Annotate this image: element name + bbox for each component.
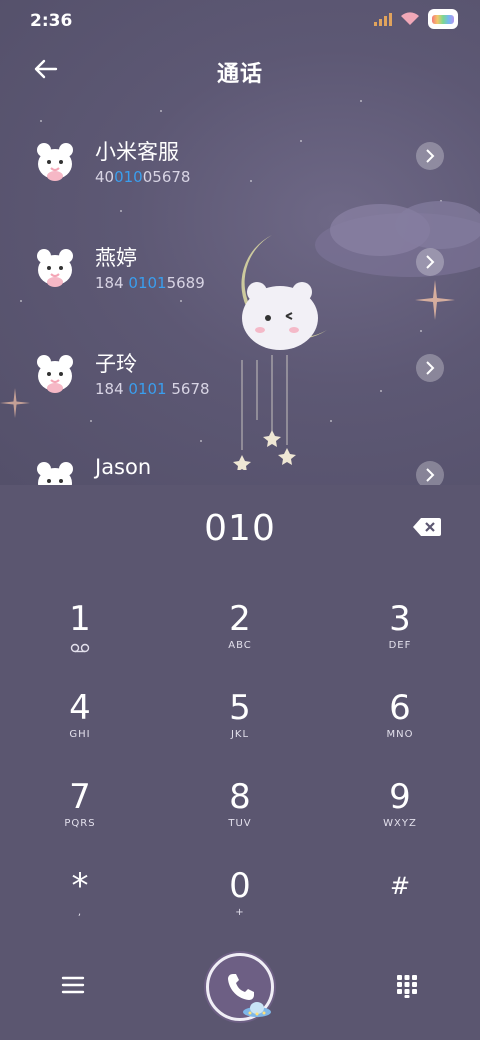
status-bar: 2:36: [0, 0, 480, 40]
menu-icon[interactable]: [60, 974, 86, 996]
bear-avatar: [37, 462, 73, 485]
contact-name: 燕婷: [95, 246, 137, 270]
contact-number: 184 0101 5678: [95, 380, 210, 398]
key-2[interactable]: 2 ABC: [180, 600, 300, 680]
backspace-icon[interactable]: [413, 517, 441, 537]
key-6[interactable]: 6 MNO: [340, 689, 460, 769]
key-letters: MNO: [386, 729, 414, 740]
wifi-icon: [401, 12, 419, 25]
keypad-icon[interactable]: [396, 974, 418, 998]
key-3[interactable]: 3 DEF: [340, 600, 460, 680]
key-digit: 6: [389, 688, 411, 728]
key-star[interactable]: * ,: [20, 867, 140, 947]
chevron-right-icon[interactable]: [416, 142, 444, 170]
bear-avatar: [37, 249, 73, 287]
bear-avatar: [37, 143, 73, 181]
key-letters: WXYZ: [383, 818, 417, 829]
contact-item[interactable]: 子玲 184 0101 5678: [0, 350, 480, 440]
key-digit: 3: [389, 599, 411, 639]
key-digit: *: [71, 866, 89, 906]
bear-avatar: [37, 355, 73, 393]
key-digit: 1: [69, 599, 91, 639]
chevron-right-icon[interactable]: [416, 461, 444, 485]
key-1[interactable]: 1: [20, 600, 140, 680]
key-letters: TUV: [228, 818, 252, 829]
key-digit: 7: [69, 777, 91, 817]
key-letters: GHI: [69, 729, 91, 740]
contact-item[interactable]: Jason: [0, 455, 480, 485]
key-letters: +: [235, 907, 245, 918]
status-time: 2:36: [30, 11, 73, 31]
key-4[interactable]: 4 GHI: [20, 689, 140, 769]
contact-name: 小米客服: [95, 140, 179, 164]
key-digit: 2: [229, 599, 251, 639]
voicemail-icon: [70, 643, 90, 653]
key-hash[interactable]: #: [340, 867, 460, 947]
battery-icon: [428, 9, 458, 29]
wallpaper-area: 2:36 通话 小米客服 4001005678 燕婷 184 01015689 …: [0, 0, 480, 485]
chevron-right-icon[interactable]: [416, 354, 444, 382]
key-8[interactable]: 8 TUV: [180, 778, 300, 858]
key-digit: 0: [229, 866, 251, 906]
chevron-right-icon[interactable]: [416, 248, 444, 276]
key-5[interactable]: 5 JKL: [180, 689, 300, 769]
contact-item[interactable]: 燕婷 184 01015689: [0, 244, 480, 334]
page-title: 通话: [216, 62, 263, 87]
key-letters: ABC: [228, 640, 252, 651]
contact-number: 4001005678: [95, 168, 191, 186]
key-digit: 8: [229, 777, 251, 817]
key-letters: PQRS: [64, 818, 96, 829]
header: 通话: [0, 40, 480, 100]
key-7[interactable]: 7 PQRS: [20, 778, 140, 858]
key-0[interactable]: 0 +: [180, 867, 300, 947]
key-letters: JKL: [230, 729, 250, 740]
contact-name: 子玲: [95, 352, 137, 376]
key-digit: 5: [229, 688, 251, 728]
contact-item[interactable]: 小米客服 4001005678: [0, 138, 480, 228]
key-digit: 9: [389, 777, 411, 817]
key-9[interactable]: 9 WXYZ: [340, 778, 460, 858]
key-letters: DEF: [388, 640, 412, 651]
key-digit: 4: [69, 688, 91, 728]
contact-name: Jason: [95, 455, 152, 479]
bottom-action-bar: [0, 950, 480, 1030]
key-letters: ,: [77, 907, 83, 918]
dialed-number-display: 010: [204, 508, 276, 549]
ufo-decoration-icon: [243, 1002, 271, 1017]
contact-number: 184 01015689: [95, 274, 205, 292]
key-digit: #: [389, 872, 411, 900]
status-icons: [374, 9, 458, 29]
signal-icon: [374, 12, 392, 26]
